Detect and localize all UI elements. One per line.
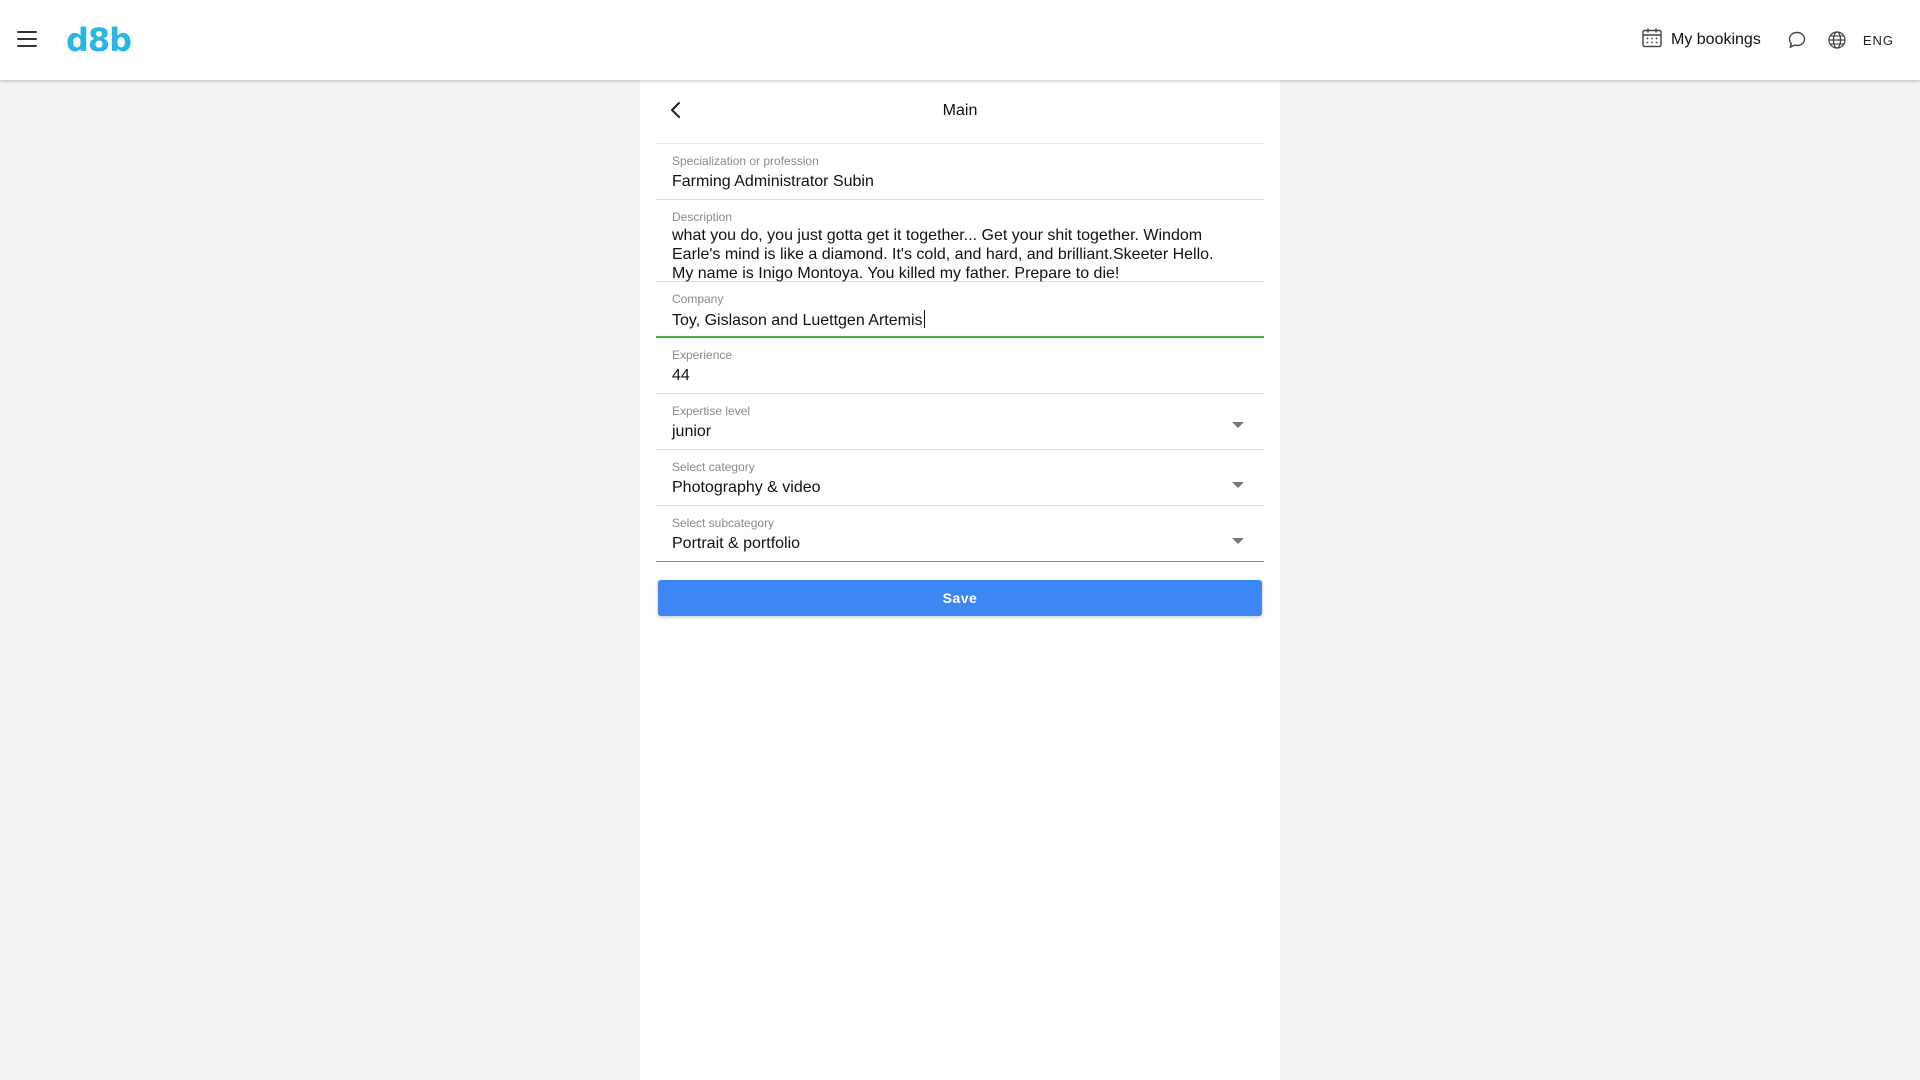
subcategory-select[interactable]: Select subcategory Portrait & portfolio [656, 506, 1264, 562]
expertise-label: Expertise level [672, 404, 751, 418]
expertise-level-select[interactable]: Expertise level junior [656, 394, 1264, 450]
category-value: Photography & video [672, 479, 821, 496]
save-button[interactable]: Save [658, 580, 1262, 616]
specialization-field[interactable]: Specialization or profession Farming Adm… [656, 144, 1264, 200]
experience-value[interactable]: 44 [672, 366, 1248, 385]
experience-field[interactable]: Experience 44 [656, 338, 1264, 394]
dropdown-arrow-icon[interactable] [1232, 538, 1244, 544]
dropdown-arrow-icon[interactable] [1232, 422, 1244, 428]
calendar-icon [1641, 27, 1663, 54]
dropdown-arrow-icon[interactable] [1232, 482, 1244, 488]
top-right-actions: My bookings ENG [1641, 0, 1894, 80]
language-selector[interactable]: ENG [1863, 33, 1894, 48]
profile-main-panel: Main Specialization or profession Farmin… [640, 80, 1280, 1080]
company-label: Company [672, 292, 724, 306]
category-label: Select category [672, 460, 755, 474]
subcategory-label: Select subcategory [672, 516, 775, 530]
subcategory-value: Portrait & portfolio [672, 535, 801, 552]
text-cursor [923, 310, 925, 328]
company-field[interactable]: Company Toy, Gislason and Luettgen Artem… [656, 282, 1264, 338]
top-app-bar: d8b My bookings ENG [0, 0, 1920, 80]
globe-icon[interactable] [1827, 30, 1847, 50]
specialization-value[interactable]: Farming Administrator Subin [672, 172, 1248, 191]
my-bookings-button[interactable]: My bookings [1641, 27, 1761, 54]
chat-icon[interactable] [1787, 30, 1807, 50]
description-value[interactable]: what you do, you just gotta get it toget… [672, 226, 1248, 283]
description-field[interactable]: Description what you do, you just gotta … [656, 200, 1264, 282]
description-label: Description [672, 210, 733, 224]
page-title: Main [942, 102, 978, 119]
expertise-value: junior [672, 423, 712, 440]
experience-label: Experience [672, 348, 733, 362]
my-bookings-label: My bookings [1671, 31, 1761, 48]
company-input[interactable]: Toy, Gislason and Luettgen Artemis [672, 310, 1248, 330]
specialization-label: Specialization or profession [672, 154, 819, 168]
panel-header: Main [656, 80, 1264, 144]
menu-icon[interactable] [16, 28, 38, 50]
company-value: Toy, Gislason and Luettgen Artemis [672, 312, 923, 329]
logo[interactable]: d8b [66, 20, 132, 60]
category-select[interactable]: Select category Photography & video [656, 450, 1264, 506]
